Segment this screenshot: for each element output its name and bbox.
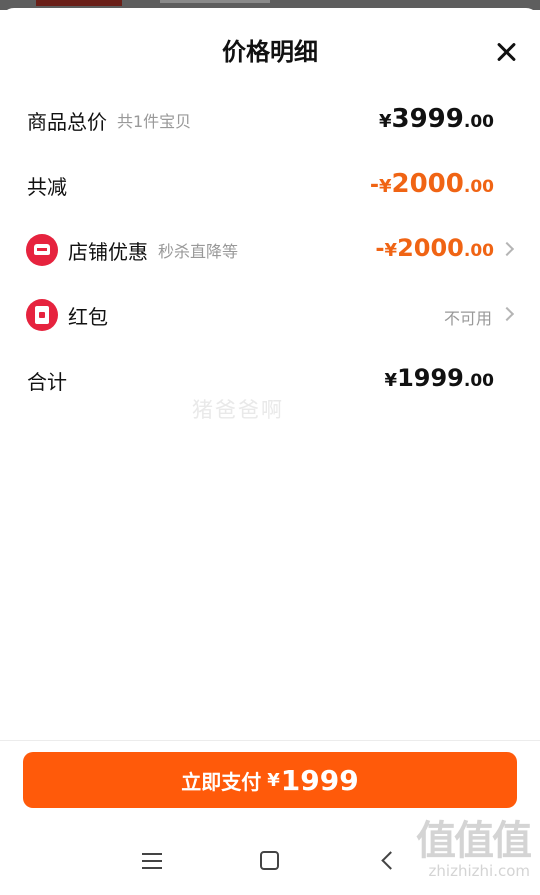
row-total-discount: 共减 - ¥ 2000 .00 — [0, 165, 540, 205]
price-integer: 1999 — [397, 364, 464, 392]
price-integer: 2000 — [391, 169, 464, 199]
price-integer: 3999 — [391, 104, 464, 134]
brand-watermark: 值值值 zhizhizhi.com — [416, 808, 532, 880]
row-goods-total: 商品总价 共1件宝贝 ¥ 3999 .00 — [0, 100, 540, 140]
row-sub: 共1件宝贝 — [117, 112, 192, 131]
chevron-right-icon — [499, 241, 515, 257]
row-label: 店铺优惠 — [68, 239, 148, 264]
price-decimal: .00 — [463, 241, 494, 261]
row-label: 合计 — [27, 369, 67, 394]
shop-icon — [26, 234, 58, 266]
back-icon[interactable] — [381, 851, 400, 870]
price-decimal: .00 — [463, 112, 494, 132]
background-thumbnail — [36, 0, 122, 6]
chevron-right-icon — [499, 306, 515, 322]
row-label: 商品总价 — [27, 109, 107, 134]
pay-button-amount: 1999 — [280, 763, 359, 797]
sheet-title: 价格明细 — [222, 38, 318, 66]
price-currency: ¥ — [384, 370, 398, 391]
menu-icon[interactable] — [142, 853, 162, 869]
pay-now-button[interactable]: 立即支付 ¥ 1999 — [23, 752, 517, 808]
pay-button-label: 立即支付 — [181, 769, 262, 794]
pay-button-currency: ¥ — [267, 769, 280, 791]
background-text-peek — [160, 0, 270, 3]
goods-total-price: ¥ 3999 .00 — [379, 100, 494, 140]
footer-divider — [0, 740, 540, 741]
grand-total-price: ¥ 1999 .00 — [385, 360, 494, 400]
price-decimal: .00 — [463, 177, 494, 197]
row-label: 红包 — [68, 304, 108, 329]
sheet-header: 价格明细 — [0, 8, 540, 94]
system-nav-bar: 值值值 zhizhizhi.com — [0, 818, 540, 890]
row-shop-discount[interactable]: 店铺优惠 秒杀直降等 - ¥ 2000 .00 — [0, 230, 540, 270]
price-currency: ¥ — [378, 111, 392, 132]
price-prefix: - — [375, 237, 385, 262]
price-prefix: - — [369, 173, 379, 198]
price-integer: 2000 — [397, 234, 464, 262]
close-icon[interactable] — [494, 40, 518, 64]
home-icon[interactable] — [260, 851, 279, 870]
row-label: 共减 — [27, 174, 67, 199]
price-decimal: .00 — [463, 371, 494, 391]
row-red-envelope[interactable]: 红包 不可用 — [0, 295, 540, 335]
row-sub: 秒杀直降等 — [158, 242, 239, 261]
price-currency: ¥ — [378, 176, 392, 197]
price-currency: ¥ — [384, 240, 398, 261]
brand-glyphs: 值值值 — [416, 818, 532, 864]
total-discount-price: - ¥ 2000 .00 — [370, 165, 494, 205]
brand-url: zhizhizhi.com — [428, 862, 530, 880]
red-envelope-icon — [26, 299, 58, 331]
red-envelope-status: 不可用 — [443, 309, 492, 328]
shop-discount-price: - ¥ 2000 .00 — [375, 230, 494, 270]
watermark: 猪爸爸啊 — [192, 398, 284, 422]
